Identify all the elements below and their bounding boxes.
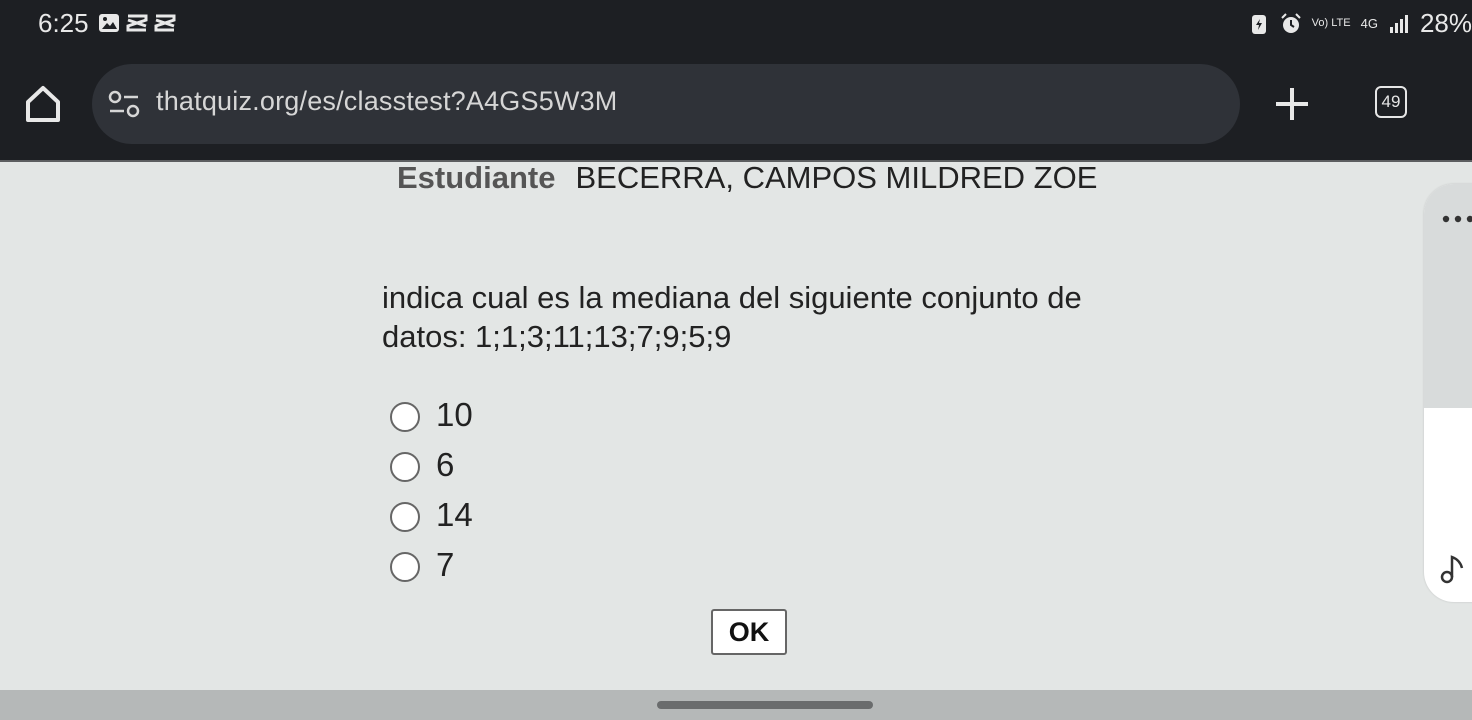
- ok-button[interactable]: OK: [711, 609, 787, 655]
- music-note-icon[interactable]: [1438, 552, 1472, 586]
- status-right: Vo) LTE 4G 28%: [1248, 8, 1472, 39]
- option-label[interactable]: 10: [436, 396, 473, 434]
- status-time: 6:25: [38, 8, 89, 38]
- site-settings-icon[interactable]: [108, 90, 140, 118]
- home-icon[interactable]: [24, 84, 62, 124]
- gallery-icon: [99, 14, 119, 32]
- student-label: Estudiante: [397, 160, 556, 195]
- more-options-icon[interactable]: [1442, 214, 1472, 224]
- battery-percentage: 28%: [1419, 8, 1472, 38]
- option-row[interactable]: 10: [390, 390, 473, 440]
- option-row[interactable]: 14: [390, 490, 473, 540]
- radio-button[interactable]: [390, 452, 420, 482]
- gesture-handle[interactable]: [657, 701, 873, 709]
- student-info: Estudiante BECERRA, CAMPOS MILDRED ZOE: [397, 160, 1097, 196]
- option-label[interactable]: 7: [436, 546, 454, 584]
- radio-button[interactable]: [390, 502, 420, 532]
- option-row[interactable]: 6: [390, 440, 473, 490]
- 4g-indicator: 4G: [1360, 16, 1378, 31]
- capcut-icon-2: [154, 14, 176, 32]
- url-text[interactable]: thatquiz.org/es/classtest?A4GS5W3M: [156, 86, 618, 117]
- radio-button[interactable]: [390, 552, 420, 582]
- student-name: BECERRA, CAMPOS MILDRED ZOE: [575, 160, 1098, 195]
- address-bar[interactable]: thatquiz.org/es/classtest?A4GS5W3M: [92, 64, 1240, 144]
- floating-side-panel[interactable]: [1424, 184, 1472, 602]
- radio-button[interactable]: [390, 402, 420, 432]
- tab-switcher-button[interactable]: 49: [1375, 86, 1407, 118]
- option-label[interactable]: 14: [436, 496, 473, 534]
- question-text: indica cual es la mediana del siguiente …: [382, 280, 1082, 354]
- alarm-icon: [1280, 12, 1301, 33]
- browser-top-bar: 6:25 Vo) LTE 4G 28% thatquiz.org/es/clas…: [0, 0, 1472, 160]
- capcut-icon: [126, 14, 148, 32]
- volte-indicator: Vo) LTE: [1311, 17, 1351, 29]
- notification-icons: [98, 12, 176, 34]
- new-tab-icon[interactable]: [1274, 86, 1310, 122]
- option-row[interactable]: 7: [390, 540, 473, 590]
- battery-saver-icon: [1251, 14, 1266, 34]
- signal-icon: [1389, 14, 1408, 33]
- answer-options: 10 6 14 7: [390, 390, 473, 590]
- option-label[interactable]: 6: [436, 446, 454, 484]
